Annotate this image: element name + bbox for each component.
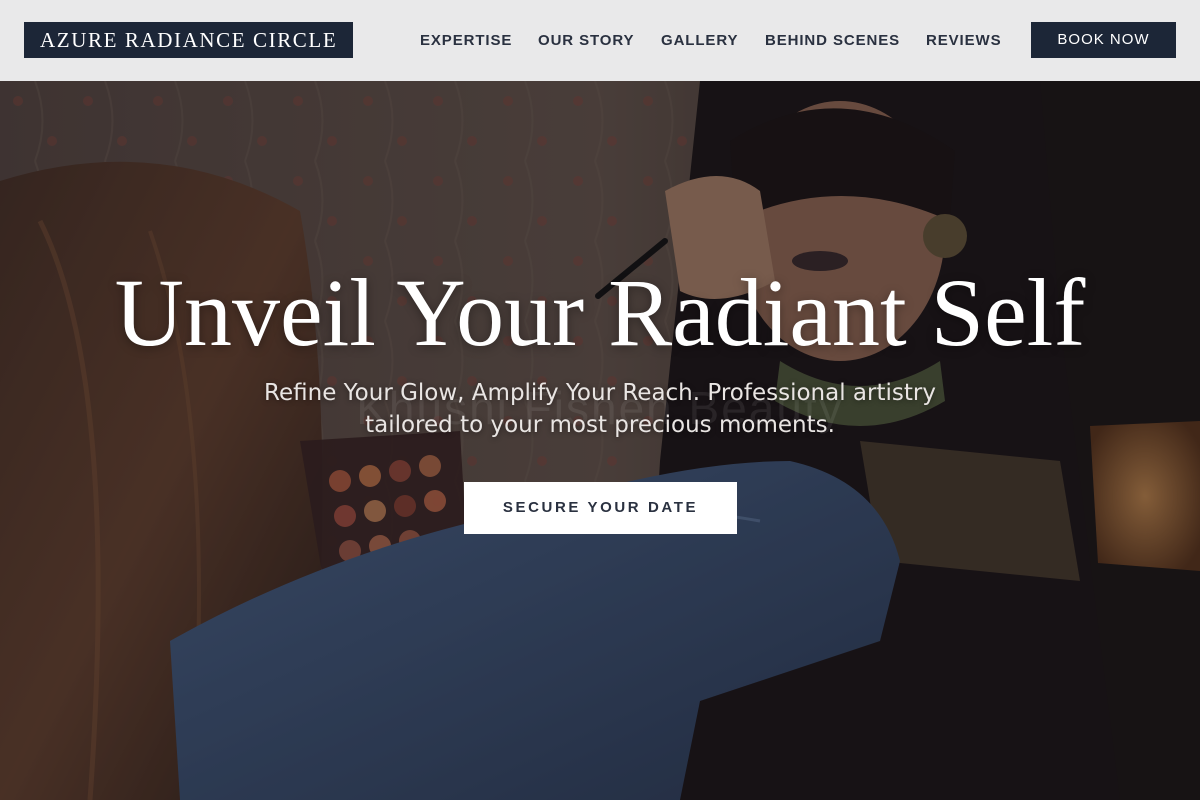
nav-link-reviews[interactable]: REVIEWS bbox=[926, 0, 1001, 81]
nav-link-our-story[interactable]: OUR STORY bbox=[538, 0, 634, 81]
nav-link-expertise[interactable]: EXPERTISE bbox=[420, 0, 512, 81]
site-header: AZURE RADIANCE CIRCLE EXPERTISE OUR STOR… bbox=[0, 0, 1200, 81]
brand-logo[interactable]: AZURE RADIANCE CIRCLE bbox=[24, 22, 354, 58]
hero-title: Unveil Your Radiant Self bbox=[114, 259, 1086, 366]
hero-section: Khushi Fishen Beauty Unveil Your Radiant… bbox=[0, 81, 1200, 800]
nav-link-gallery[interactable]: GALLERY bbox=[661, 0, 738, 81]
nav-link-behind-scenes[interactable]: BEHIND SCENES bbox=[765, 0, 900, 81]
secure-your-date-button[interactable]: SECURE YOUR DATE bbox=[464, 482, 737, 534]
book-now-button[interactable]: BOOK NOW bbox=[1031, 22, 1176, 58]
hero-subtitle: Refine Your Glow, Amplify Your Reach. Pr… bbox=[264, 380, 936, 438]
